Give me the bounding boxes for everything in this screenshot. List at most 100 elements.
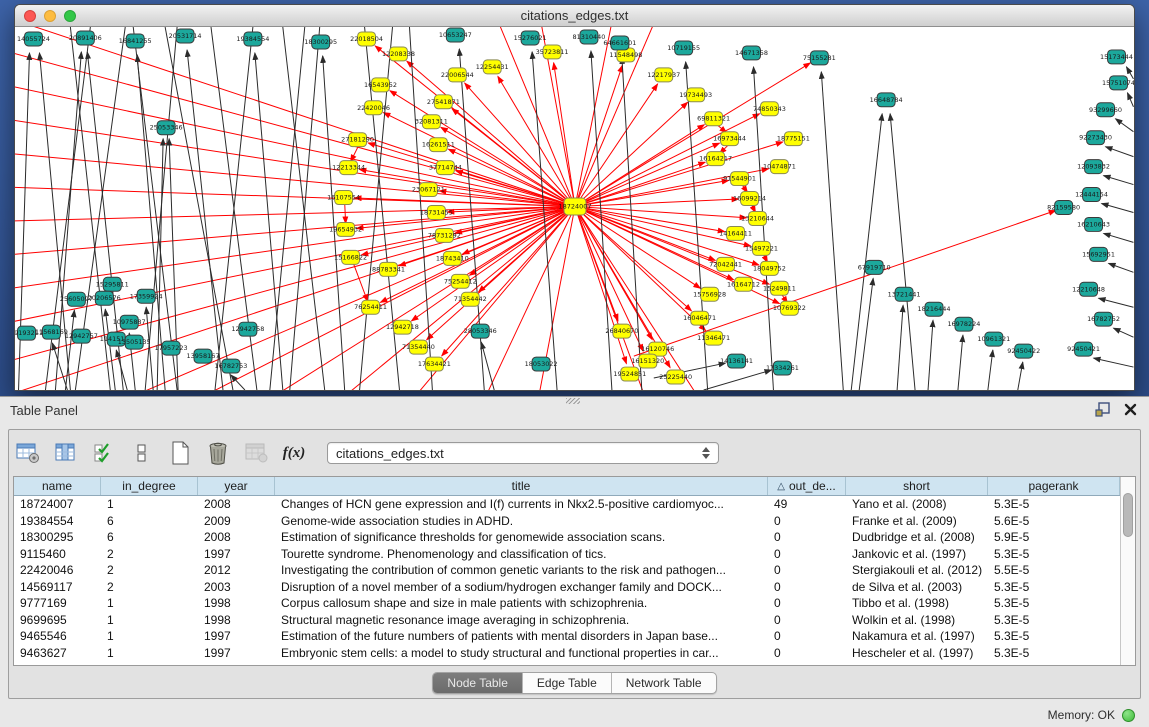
tab-edge-table[interactable]: Edge Table xyxy=(523,673,612,693)
citation-edge-black xyxy=(1099,298,1134,307)
new-document-icon[interactable] xyxy=(167,440,193,466)
close-icon[interactable] xyxy=(1124,403,1137,421)
tab-node-table[interactable]: Node Table xyxy=(433,673,523,693)
citation-edge-black xyxy=(928,320,933,390)
node-label: 25053346 xyxy=(150,124,183,132)
table-toolbar: f(x) citations_edges.txt xyxy=(15,434,719,472)
show-columns-icon[interactable] xyxy=(53,440,79,466)
network-canvas[interactable]: 2201850412208338165439522242004627181290… xyxy=(15,27,1134,390)
table-cell: de Silva et al. (2003) xyxy=(846,579,988,596)
node-label: 15756928 xyxy=(693,290,726,298)
node-label: 12210648 xyxy=(1072,285,1105,293)
tab-network-table[interactable]: Network Table xyxy=(612,673,716,693)
node-label: 10719155 xyxy=(667,44,700,52)
minimize-window-icon[interactable] xyxy=(44,10,56,22)
node-label: 37714744 xyxy=(429,164,462,172)
column-header-outde[interactable]: △out_de... xyxy=(768,477,846,495)
table-cell: 5.5E-5 xyxy=(988,562,1120,579)
float-window-icon[interactable] xyxy=(1095,402,1110,422)
table-row[interactable]: 969969511998Structural magnetic resonanc… xyxy=(14,612,1120,629)
table-cell: 6 xyxy=(101,529,198,546)
table-cell: Disruption of a novel member of a sodium… xyxy=(275,579,768,596)
row-checks-icon[interactable] xyxy=(91,440,117,466)
table-cell: Embryonic stem cells: a model to study s… xyxy=(275,645,768,662)
trash-icon[interactable] xyxy=(205,440,231,466)
close-window-icon[interactable] xyxy=(24,10,36,22)
table-cell: 14569117 xyxy=(14,579,101,596)
table-cell: 0 xyxy=(768,513,846,530)
table-row[interactable]: 946362711997Embryonic stem cells: a mode… xyxy=(14,645,1120,662)
table-cell: Tibbo et al. (1998) xyxy=(846,595,988,612)
column-header-indegree[interactable]: in_degree xyxy=(101,477,198,495)
table-cell: 1 xyxy=(101,628,198,645)
node-label: 18049752 xyxy=(753,264,786,272)
node-label: 22420046 xyxy=(357,104,390,112)
table-cell: 5.3E-5 xyxy=(988,645,1120,662)
node-label: 67919710 xyxy=(858,263,891,271)
node-label: 20206576 xyxy=(88,294,121,302)
column-header-title[interactable]: title xyxy=(275,477,768,495)
rows-icon[interactable] xyxy=(129,440,155,466)
dropdown-stepper-icon xyxy=(702,447,710,459)
table-cell: Jankovic et al. (1997) xyxy=(846,546,988,563)
table-cell: Yano et al. (2008) xyxy=(846,496,988,513)
table-row[interactable]: 911546021997Tourette syndrome. Phenomeno… xyxy=(14,546,1120,563)
table-selector-dropdown[interactable]: citations_edges.txt xyxy=(327,442,719,464)
node-label: 64661601 xyxy=(603,39,636,47)
node-label: 75155281 xyxy=(803,54,836,62)
delete-table-icon xyxy=(243,440,269,466)
table-cell: Wolkin et al. (1998) xyxy=(846,612,988,629)
table-cell: 5.3E-5 xyxy=(988,579,1120,596)
table-cell: 49 xyxy=(768,496,846,513)
node-label: 12942758 xyxy=(231,325,264,333)
table-row[interactable]: 977716911998Corpus callosum shape and si… xyxy=(14,595,1120,612)
function-icon[interactable]: f(x) xyxy=(281,440,307,466)
node-label: 19524851 xyxy=(613,370,646,378)
citation-edge-black xyxy=(187,50,223,390)
table-cell: 18300295 xyxy=(14,529,101,546)
vertical-scrollbar[interactable] xyxy=(1120,477,1135,665)
table-cell: 2009 xyxy=(198,513,275,530)
node-label: 18775151 xyxy=(777,135,810,143)
column-header-short[interactable]: short xyxy=(846,477,988,495)
table-cell: 9777169 xyxy=(14,595,101,612)
node-label: 15692951 xyxy=(1082,250,1115,258)
window-titlebar[interactable]: citations_edges.txt xyxy=(15,5,1134,27)
node-table: namein_degreeyeartitle△out_de...shortpag… xyxy=(13,476,1136,666)
node-label: 14671358 xyxy=(735,49,768,57)
citation-edge-black xyxy=(290,27,320,390)
table-cell: 22420046 xyxy=(14,562,101,579)
node-label: 15249811 xyxy=(763,284,796,292)
citation-edge-red xyxy=(15,82,575,207)
table-row[interactable]: 2242004622012Investigating the contribut… xyxy=(14,562,1120,579)
table-row[interactable]: 946554611997Estimation of the future num… xyxy=(14,628,1120,645)
table-row[interactable]: 1872400712008Changes of HCN gene express… xyxy=(14,496,1120,513)
table-cell: 2 xyxy=(101,562,198,579)
citation-edge-red xyxy=(15,207,575,327)
node-label: 71354442 xyxy=(454,295,487,303)
table-settings-icon[interactable] xyxy=(15,440,41,466)
table-cell: 1 xyxy=(101,645,198,662)
memory-ok-icon xyxy=(1122,709,1135,722)
table-row[interactable]: 1938455462009Genome-wide association stu… xyxy=(14,513,1120,530)
node-label: 16046471 xyxy=(683,314,716,322)
node-label: 18053022 xyxy=(525,360,558,368)
table-cell: 2 xyxy=(101,579,198,596)
column-header-pagerank[interactable]: pagerank xyxy=(988,477,1120,495)
table-cell: Estimation of the future numbers of pati… xyxy=(275,628,768,645)
column-header-name[interactable]: name xyxy=(14,477,101,495)
node-label: 13505135 xyxy=(118,338,151,346)
node-label: 92450421 xyxy=(1067,345,1100,353)
column-header-year[interactable]: year xyxy=(198,477,275,495)
node-label: 15173444 xyxy=(1100,53,1133,61)
citation-edge-black xyxy=(1104,233,1134,242)
table-cell: 1 xyxy=(101,595,198,612)
table-cell: 2008 xyxy=(198,496,275,513)
node-label: 16261511 xyxy=(422,141,455,149)
node-label: 16973444 xyxy=(713,135,746,143)
zoom-window-icon[interactable] xyxy=(64,10,76,22)
table-row[interactable]: 1456911722003Disruption of a novel membe… xyxy=(14,579,1120,596)
table-row[interactable]: 1830029562008Estimation of significance … xyxy=(14,529,1120,546)
scrollbar-thumb[interactable] xyxy=(1123,493,1133,537)
table-cell: 0 xyxy=(768,579,846,596)
